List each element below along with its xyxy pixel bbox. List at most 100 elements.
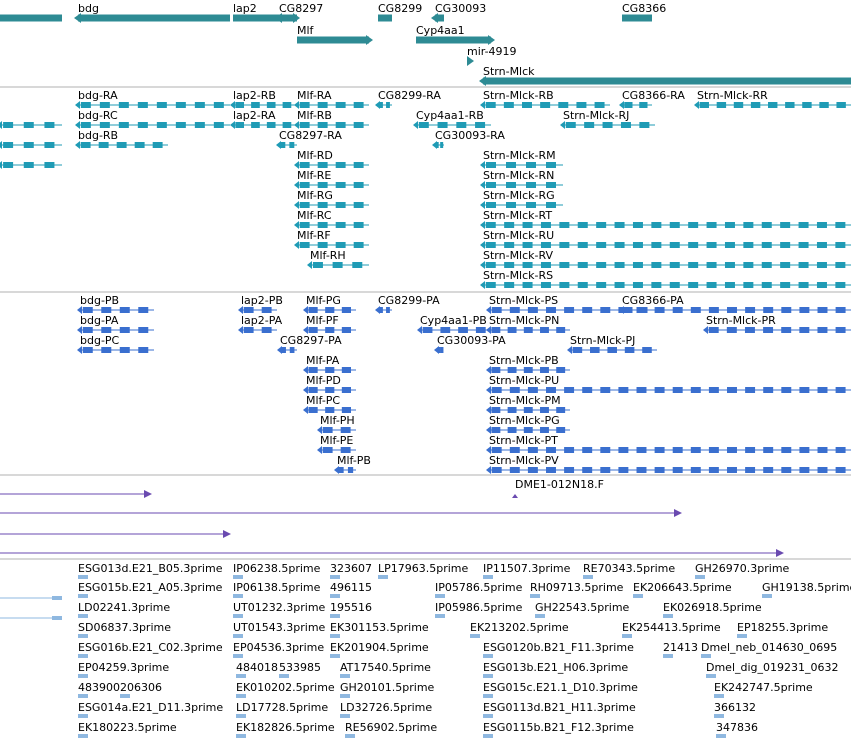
transcript-feature[interactable]: Strn-Mlck-RB: [480, 89, 610, 109]
est-feature[interactable]: EK242747.5prime: [714, 681, 813, 698]
est-feature[interactable]: EK182826.5prime: [236, 721, 335, 738]
transcript-feature[interactable]: bdg-RC: [75, 109, 230, 129]
est-feature[interactable]: 195516: [330, 601, 372, 618]
insertion-feature[interactable]: DME1-012N18.F: [512, 478, 604, 498]
est-feature[interactable]: ESG015c.E21.1_D10.3prime: [483, 681, 638, 698]
est-feature[interactable]: GH20101.5prime: [340, 681, 435, 698]
transcript-feature[interactable]: Mlf-RH: [307, 249, 369, 269]
est-feature[interactable]: IP11507.3prime: [483, 562, 571, 579]
est-feature[interactable]: EP04536.3prime: [233, 641, 324, 658]
transcript-feature[interactable]: bdg-PB: [77, 294, 154, 314]
est-feature[interactable]: ESG0113d.B21_H11.3prime: [483, 701, 636, 718]
est-feature[interactable]: RH09713.5prime: [530, 581, 624, 598]
est-feature[interactable]: IP05786.5prime: [435, 581, 523, 598]
est-feature[interactable]: EK301153.5prime: [330, 621, 429, 638]
gene-feature[interactable]: CG8299: [378, 2, 422, 22]
est-feature[interactable]: 496115: [330, 581, 372, 598]
est-feature[interactable]: LD17728.5prime: [236, 701, 328, 718]
transcript-feature[interactable]: Cyp4aa1-PB: [417, 314, 491, 334]
est-feature[interactable]: GH26970.3prime: [695, 562, 790, 579]
transcript-feature[interactable]: bdg-RA: [75, 89, 230, 109]
insertion-feature[interactable]: [0, 509, 682, 517]
insertion-feature[interactable]: [0, 530, 231, 538]
est-feature[interactable]: IP06238.5prime: [233, 562, 321, 579]
transcript-feature[interactable]: CG8297-PA: [277, 334, 342, 354]
est-feature[interactable]: IP06138.5prime: [233, 581, 321, 598]
est-feature[interactable]: EK180223.5prime: [78, 721, 177, 738]
transcript-feature[interactable]: Strn-Mlck-PV: [486, 454, 851, 474]
est-feature[interactable]: EK254413.5prime: [622, 621, 721, 638]
est-feature[interactable]: EK213202.5prime: [470, 621, 569, 638]
est-feature[interactable]: EP04259.3prime: [78, 661, 169, 678]
transcript-feature[interactable]: Strn-Mlck-PT: [486, 434, 851, 454]
est-feature[interactable]: EK010202.5prime: [236, 681, 335, 698]
gene-feature[interactable]: CG30093: [431, 2, 486, 23]
transcript-feature[interactable]: Strn-Mlck-RJ: [560, 109, 655, 129]
transcript-feature[interactable]: CG8299-RA: [375, 89, 441, 109]
transcript-feature[interactable]: Mlf-RC: [294, 209, 369, 229]
transcript-feature[interactable]: Mlf-PB: [334, 454, 371, 474]
est-feature[interactable]: ESG013d.E21_B05.3prime: [78, 562, 223, 579]
est-feature[interactable]: EK026918.5prime: [663, 601, 762, 618]
est-feature[interactable]: LD32726.5prime: [340, 701, 432, 718]
est-feature[interactable]: LD02241.3prime: [78, 601, 170, 618]
transcript-feature[interactable]: Mlf-PG: [303, 294, 356, 314]
est-feature[interactable]: 533985: [279, 661, 321, 678]
transcript-feature[interactable]: CG8299-PA: [375, 294, 440, 314]
transcript-feature[interactable]: Strn-Mlck-RR: [694, 89, 851, 109]
est-feature[interactable]: Dmel_dig_019231_0632: [706, 661, 839, 678]
gene-feature[interactable]: [0, 14, 62, 22]
transcript-feature[interactable]: Strn-Mlck-RS: [480, 269, 851, 289]
transcript-feature[interactable]: Strn-Mlck-PG: [486, 414, 570, 434]
transcript-feature[interactable]: Strn-Mlck-PB: [486, 354, 570, 374]
est-feature[interactable]: AT17540.5prime: [340, 661, 431, 678]
transcript-feature[interactable]: Strn-Mlck-RT: [480, 209, 851, 229]
est-feature[interactable]: [0, 596, 62, 600]
transcript-feature[interactable]: [0, 161, 62, 169]
transcript-feature[interactable]: Mlf-RB: [294, 109, 369, 129]
transcript-feature[interactable]: lap2-RA: [230, 109, 296, 129]
est-feature[interactable]: [0, 616, 62, 620]
transcript-feature[interactable]: Strn-Mlck-PJ: [567, 334, 657, 354]
gene-feature[interactable]: CG8366: [622, 2, 666, 22]
est-feature[interactable]: 347836: [716, 721, 758, 738]
transcript-feature[interactable]: lap2-PB: [238, 294, 283, 314]
gene-feature[interactable]: Strn-Mlck: [479, 65, 851, 86]
transcript-feature[interactable]: Mlf-RA: [294, 89, 369, 109]
est-feature[interactable]: 366132: [714, 701, 756, 718]
est-feature[interactable]: 21413: [663, 641, 698, 658]
est-feature[interactable]: RE56902.5prime: [345, 721, 437, 738]
transcript-feature[interactable]: Strn-Mlck-RM: [480, 149, 563, 169]
transcript-feature[interactable]: [0, 121, 62, 129]
transcript-feature[interactable]: CG30093-PA: [434, 334, 506, 354]
transcript-feature[interactable]: Mlf-RG: [294, 189, 369, 209]
est-feature[interactable]: ESG015b.E21_A05.3prime: [78, 581, 223, 598]
transcript-feature[interactable]: Mlf-PC: [303, 394, 356, 414]
transcript-feature[interactable]: Strn-Mlck-PN: [486, 314, 570, 334]
insertion-feature[interactable]: [0, 549, 784, 557]
est-feature[interactable]: 483900: [78, 681, 120, 698]
transcript-feature[interactable]: bdg-RB: [75, 129, 168, 149]
est-feature[interactable]: UT01232.3prime: [233, 601, 326, 618]
gene-feature[interactable]: Cyp4aa1: [416, 24, 495, 45]
transcript-feature[interactable]: Mlf-RE: [294, 169, 369, 189]
insertion-feature[interactable]: [0, 490, 152, 498]
gene-feature[interactable]: bdg: [74, 2, 230, 23]
est-feature[interactable]: 484018: [236, 661, 278, 678]
est-feature[interactable]: EK206643.5prime: [633, 581, 732, 598]
gene-feature[interactable]: Mlf: [297, 24, 373, 45]
est-feature[interactable]: RE70343.5prime: [583, 562, 675, 579]
est-feature[interactable]: ESG016b.E21_C02.3prime: [78, 641, 223, 658]
transcript-feature[interactable]: Mlf-PA: [303, 354, 356, 374]
transcript-feature[interactable]: CG8297-RA: [276, 129, 342, 149]
transcript-feature[interactable]: CG8366-RA: [619, 89, 685, 109]
gene-feature[interactable]: CG8297: [275, 2, 323, 23]
transcript-feature[interactable]: lap2-PA: [238, 314, 283, 334]
transcript-feature[interactable]: bdg-PC: [77, 334, 154, 354]
transcript-feature[interactable]: Mlf-PH: [317, 414, 356, 434]
est-feature[interactable]: Dmel_neb_014630_0695: [701, 641, 837, 658]
transcript-feature[interactable]: Mlf-RD: [294, 149, 369, 169]
est-feature[interactable]: ESG0120b.B21_F11.3prime: [483, 641, 634, 658]
transcript-feature[interactable]: Strn-Mlck-PR: [703, 314, 851, 334]
transcript-feature[interactable]: Mlf-PF: [303, 314, 356, 334]
